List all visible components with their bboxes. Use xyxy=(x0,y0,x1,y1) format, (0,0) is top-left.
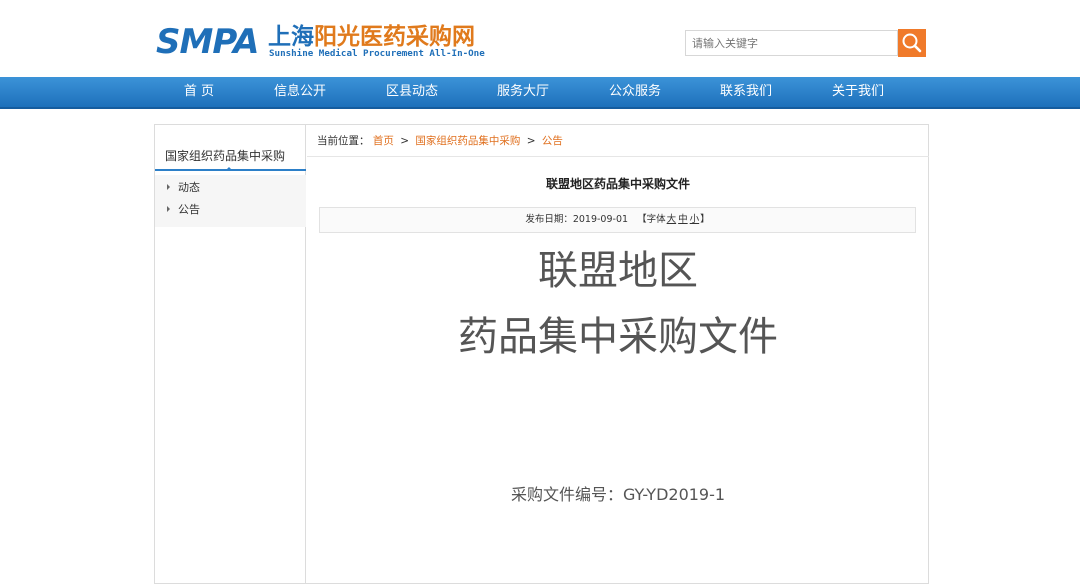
nav-contact-us[interactable]: 联系我们 xyxy=(698,77,794,107)
sidebar-list: 动态 公告 xyxy=(155,175,306,227)
search-icon xyxy=(902,33,922,53)
site-logo[interactable]: SMPA 上海阳光医药采购网 Sunshine Medical Procurem… xyxy=(156,22,486,62)
bullet-triangle-icon xyxy=(167,184,170,190)
article-content: 当前位置： 首页 > 国家组织药品集中采购 > 公告 联盟地区药品集中采购文件 … xyxy=(307,125,929,583)
font-size-close: 】 xyxy=(700,214,710,225)
nav-district-news[interactable]: 区县动态 xyxy=(364,77,460,107)
breadcrumb-current[interactable]: 公告 xyxy=(542,135,563,147)
logo-english-text: Sunshine Medical Procurement All-In-One xyxy=(269,48,485,59)
nav-public-service[interactable]: 公众服务 xyxy=(587,77,683,107)
main-frame: 国家组织药品集中采购 动态 公告 当前位置： 首页 > 国家组织药品集中采购 >… xyxy=(154,124,929,584)
font-size-large-link[interactable]: 大 xyxy=(667,214,677,225)
logo-smpa-text: SMPA xyxy=(156,22,259,62)
sidebar-item-news[interactable]: 动态 xyxy=(167,179,200,197)
nav-info-public[interactable]: 信息公开 xyxy=(252,77,348,107)
logo-cn-part1: 上海 xyxy=(268,23,314,50)
publish-date: 2019-09-01 xyxy=(572,214,629,225)
font-size-label: 【字体 xyxy=(637,214,666,225)
cover-title-line1: 联盟地区 xyxy=(538,248,698,294)
breadcrumb-separator: > xyxy=(400,135,409,147)
article-title: 联盟地区药品集中采购文件 xyxy=(545,177,690,191)
breadcrumb-home[interactable]: 首页 xyxy=(373,135,394,147)
sidebar-item-label: 动态 xyxy=(178,181,200,194)
sidebar-title-text: 国家组织药品集中采购 xyxy=(165,149,286,163)
breadcrumb: 当前位置： 首页 > 国家组织药品集中采购 > 公告 xyxy=(307,125,929,157)
site-header: SMPA 上海阳光医药采购网 Sunshine Medical Procurem… xyxy=(0,0,1080,77)
logo-chinese-text: 上海阳光医药采购网 xyxy=(268,24,475,50)
search-input[interactable] xyxy=(685,30,898,56)
nav-service-hall[interactable]: 服务大厅 xyxy=(475,77,571,107)
sidebar-title: 国家组织药品集中采购 xyxy=(155,147,306,171)
document-number: 采购文件编号：GY-YD2019-1 xyxy=(510,485,726,504)
sidebar-item-label: 公告 xyxy=(178,203,200,216)
article-meta-bar: 发布日期：2019-09-01 【字体大中小】 xyxy=(319,207,916,233)
nav-home[interactable]: 首 页 xyxy=(151,77,247,107)
logo-cn-part2: 阳光医药采购网 xyxy=(314,23,475,50)
date-label: 发布日期： xyxy=(525,214,573,225)
sidebar-title-pointer xyxy=(225,167,233,171)
main-nav: 首 页 信息公开 区县动态 服务大厅 公众服务 联系我们 关于我们 xyxy=(0,77,1080,109)
sidebar-item-announcement[interactable]: 公告 xyxy=(167,201,200,219)
cover-title-line2: 药品集中采购文件 xyxy=(458,314,778,360)
bullet-triangle-icon xyxy=(167,206,170,212)
breadcrumb-separator: > xyxy=(526,135,536,147)
nav-about-us[interactable]: 关于我们 xyxy=(810,77,906,107)
breadcrumb-category[interactable]: 国家组织药品集中采购 xyxy=(415,135,520,147)
breadcrumb-label: 当前位置： xyxy=(317,135,370,147)
sidebar: 国家组织药品集中采购 动态 公告 xyxy=(155,125,306,583)
font-size-small-link[interactable]: 小 xyxy=(690,214,700,225)
font-size-medium-link[interactable]: 中 xyxy=(678,214,688,225)
search-button[interactable] xyxy=(898,29,926,57)
